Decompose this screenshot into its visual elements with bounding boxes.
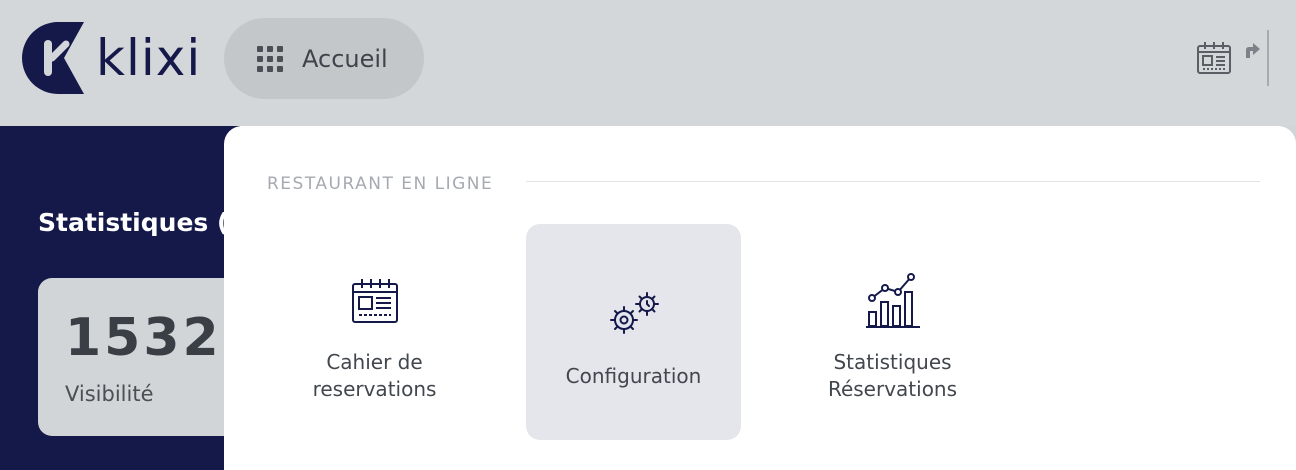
gears-icon	[609, 292, 659, 334]
menu-item-configuration[interactable]: Configuration	[526, 224, 741, 440]
apps-grid-icon	[257, 45, 283, 72]
stats-title: Statistiques (3	[38, 208, 246, 237]
home-label: Accueil	[302, 44, 388, 73]
toolbar-divider	[1267, 30, 1269, 86]
calendar-icon[interactable]	[1196, 41, 1232, 75]
brand-name: klixi	[96, 29, 202, 87]
klixi-logo[interactable]: klixi	[22, 22, 201, 94]
top-bar: klixi Accueil	[0, 0, 1296, 126]
klixi-logo-mark	[22, 22, 84, 94]
apps-menu: RESTAURANT EN LIGNE Cahier de reservatio…	[224, 126, 1296, 470]
home-button[interactable]: Accueil	[224, 18, 424, 99]
menu-item-label: Cahier de reservations	[312, 350, 437, 401]
bar-chart-icon	[865, 273, 920, 328]
visibility-label: Visibilité	[65, 382, 154, 406]
calendar-book-icon	[351, 279, 398, 323]
arrow-icon[interactable]	[1243, 42, 1261, 60]
section-heading: RESTAURANT EN LIGNE	[267, 174, 494, 194]
menu-item-reservation-stats[interactable]: Statistiques Réservations	[785, 224, 1000, 440]
menu-item-reservation-book[interactable]: Cahier de reservations	[267, 224, 482, 440]
visibility-value: 1532	[65, 308, 222, 368]
menu-item-label: Configuration	[565, 364, 702, 388]
section-divider	[526, 181, 1260, 182]
menu-item-label: Statistiques Réservations	[827, 350, 958, 401]
